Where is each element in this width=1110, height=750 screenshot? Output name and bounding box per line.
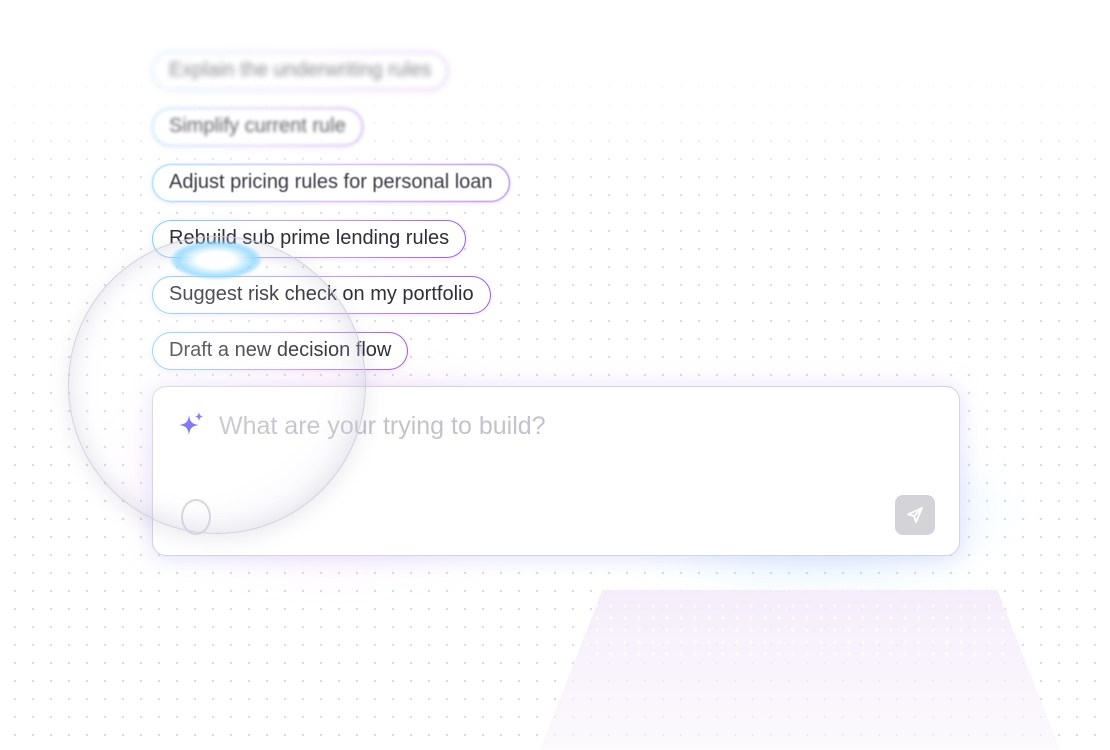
prompt-input[interactable] (217, 405, 921, 447)
sparkle-icon (179, 412, 203, 435)
prompt-box (152, 386, 960, 556)
canvas-background: Explain the underwriting rules Simplify … (0, 0, 1110, 750)
decorative-sparkles (590, 600, 1010, 660)
suggestion-chip[interactable]: Suggest risk check on my portfolio (152, 276, 491, 314)
suggestion-chip[interactable]: Rebuild sub prime lending rules (152, 220, 466, 258)
suggestion-chip[interactable]: Adjust pricing rules for personal loan (152, 164, 510, 202)
suggestion-chip[interactable]: Simplify current rule (152, 108, 363, 146)
send-icon (907, 507, 923, 523)
suggestion-chip[interactable]: Draft a new decision flow (152, 332, 408, 370)
send-button[interactable] (895, 495, 935, 535)
suggestion-chip[interactable]: Explain the underwriting rules (152, 52, 448, 90)
